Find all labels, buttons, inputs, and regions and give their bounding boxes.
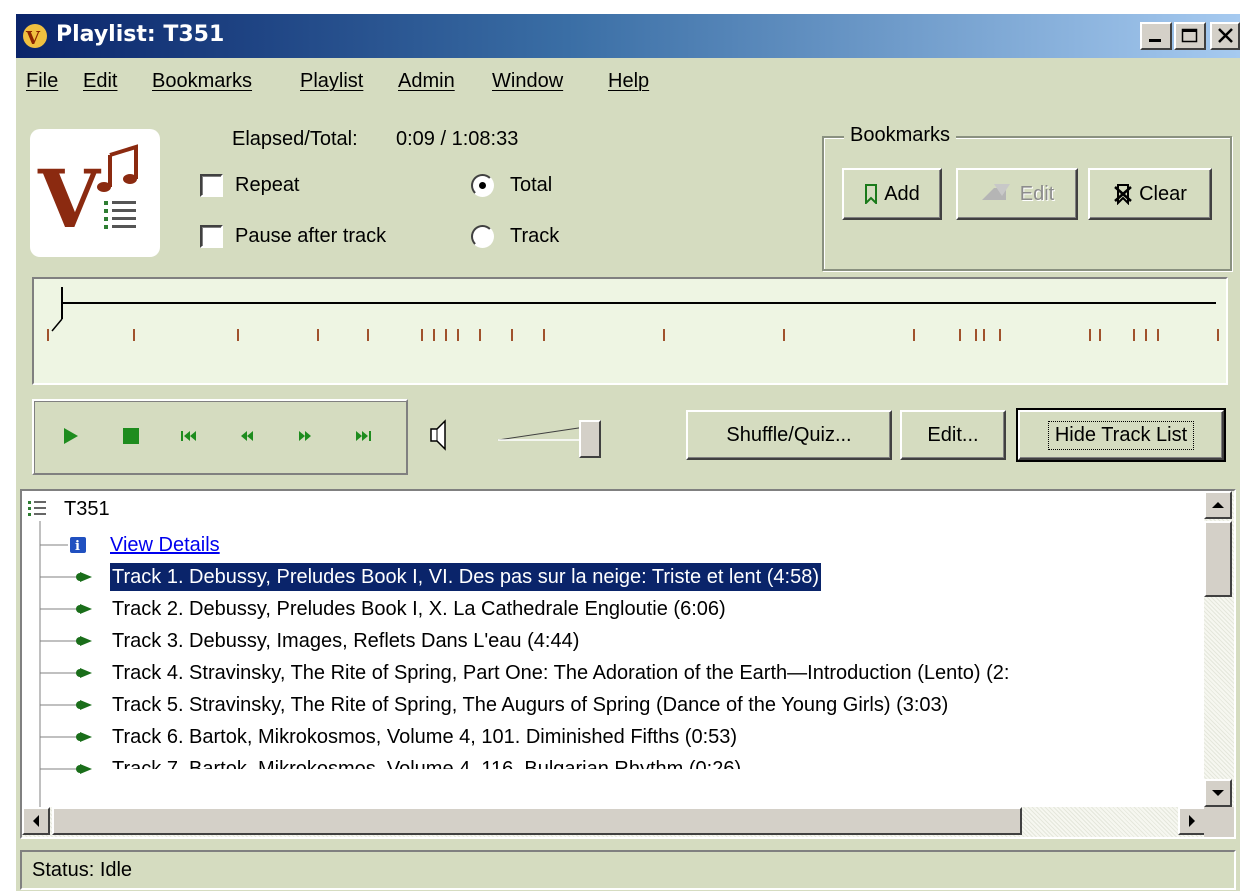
svg-text:V: V: [37, 152, 102, 246]
menu-admin[interactable]: Admin: [398, 70, 455, 93]
play-icon[interactable]: [58, 425, 84, 447]
vertical-scroll-thumb[interactable]: [1204, 521, 1232, 597]
minimize-button[interactable]: [1140, 22, 1172, 50]
total-radio[interactable]: [471, 174, 494, 197]
track-tree: i T351 View Details Track 1. Debussy, Pr…: [20, 489, 1236, 839]
edit-playlist-label: Edit...: [927, 423, 979, 446]
bookmark-clear-button[interactable]: Clear: [1088, 168, 1212, 220]
track-bullet-dot: [76, 701, 84, 709]
track-row[interactable]: Track 4. Stravinsky, The Rite of Spring,…: [112, 659, 1009, 687]
bookmark-edit-button[interactable]: Edit: [956, 168, 1078, 220]
transport-controls: [32, 399, 408, 475]
stop-icon[interactable]: [118, 425, 144, 447]
menu-edit[interactable]: Edit: [83, 70, 117, 93]
fast-forward-icon[interactable]: [292, 425, 318, 447]
view-details-link[interactable]: View Details: [110, 531, 220, 559]
track-label: Track: [510, 225, 560, 247]
shuffle-quiz-button[interactable]: Shuffle/Quiz...: [686, 410, 892, 460]
bookmark-icon: [865, 184, 878, 204]
scroll-left-button[interactable]: [22, 807, 50, 835]
window-title: Playlist: T351: [56, 22, 225, 47]
edit-playlist-button[interactable]: Edit...: [900, 410, 1006, 460]
scroll-down-button[interactable]: [1204, 779, 1232, 807]
menu-playlist[interactable]: Playlist: [300, 70, 363, 93]
close-icon: [1218, 28, 1233, 43]
shuffle-quiz-label: Shuffle/Quiz...: [726, 423, 852, 446]
repeat-checkbox[interactable]: [200, 174, 223, 197]
svg-text:i: i: [75, 539, 80, 554]
track-bullet-dot: [76, 733, 84, 741]
elapsed-label: Elapsed/Total:: [232, 128, 358, 150]
app-logo: V: [30, 129, 160, 257]
track-bullet-dot: [76, 765, 84, 773]
timeline-track: [47, 287, 1219, 341]
track-bullet-dot: [76, 573, 84, 581]
track-radio[interactable]: [471, 225, 494, 248]
menu-help[interactable]: Help: [608, 70, 649, 93]
bookmark-ticks: [47, 329, 1219, 341]
bookmark-add-button[interactable]: Add: [842, 168, 942, 220]
arrow-down-icon: [1212, 790, 1224, 796]
horizontal-scroll-thumb[interactable]: [52, 807, 1022, 835]
scroll-up-button[interactable]: [1204, 491, 1232, 519]
bookmarks-group: Bookmarks Add Edit Clear: [822, 124, 1232, 271]
hide-track-list-label: Hide Track List: [1047, 420, 1195, 450]
volume-slider[interactable]: [496, 418, 616, 460]
arrow-up-icon: [1212, 502, 1224, 508]
arrow-left-icon: [33, 815, 39, 827]
repeat-label: Repeat: [235, 174, 300, 196]
tree-root[interactable]: T351: [64, 495, 110, 523]
bookmark-edit-label: Edit: [1019, 182, 1055, 205]
svg-text:V: V: [25, 28, 41, 49]
track-bullet-dot: [76, 637, 84, 645]
maximize-button[interactable]: [1174, 22, 1206, 50]
scrollbar-corner: [1204, 807, 1234, 837]
track-row[interactable]: Track 3. Debussy, Images, Reflets Dans L…: [112, 627, 579, 655]
rewind-icon[interactable]: [234, 425, 260, 447]
radio-selected-dot: [479, 182, 486, 189]
scroll-right-button[interactable]: [1178, 807, 1206, 835]
playlist-window: V Playlist: T351 File Edit Bookmarks Pla…: [14, 12, 1240, 891]
arrow-right-icon: [1189, 815, 1195, 827]
last-track-icon[interactable]: [350, 425, 376, 447]
title-bar[interactable]: V Playlist: T351: [16, 14, 1240, 58]
playback-timeline[interactable]: [32, 277, 1228, 385]
volume-thumb[interactable]: [579, 420, 601, 458]
status-bar: Status: Idle: [20, 850, 1236, 890]
menu-bar: File Edit Bookmarks Playlist Admin Windo…: [16, 62, 1240, 102]
hide-track-list-button[interactable]: Hide Track List: [1016, 408, 1226, 462]
status-text: Status: Idle: [32, 859, 133, 881]
track-bullet-dot: [76, 605, 84, 613]
track-row[interactable]: Track 5. Stravinsky, The Rite of Spring,…: [112, 691, 948, 719]
track-row[interactable]: Track 2. Debussy, Preludes Book I, X. La…: [112, 595, 726, 623]
track-row[interactable]: Track 6. Bartok, Mikrokosmos, Volume 4, …: [112, 723, 737, 751]
track-row[interactable]: Track 1. Debussy, Preludes Book I, VI. D…: [110, 563, 821, 591]
speaker-icon[interactable]: [428, 417, 452, 453]
total-label: Total: [510, 174, 553, 196]
elapsed-value: 0:09 / 1:08:33: [396, 128, 519, 150]
minimize-icon: [1149, 39, 1161, 42]
track-row[interactable]: Track 7. Bartok, Mikrokosmos, Volume 4, …: [112, 755, 741, 769]
horizontal-scrollbar[interactable]: [22, 807, 1208, 837]
maximize-icon: [1181, 28, 1198, 43]
menu-file[interactable]: File: [26, 70, 58, 93]
clear-bookmark-icon: [1114, 184, 1132, 205]
menu-window[interactable]: Window: [492, 70, 563, 93]
bookmark-add-label: Add: [884, 182, 920, 205]
pause-after-track-label: Pause after track: [235, 225, 387, 247]
first-track-icon[interactable]: [176, 425, 202, 447]
edit-bookmark-icon: [981, 184, 1010, 200]
menu-bookmarks[interactable]: Bookmarks: [152, 70, 252, 93]
bookmark-clear-label: Clear: [1139, 182, 1187, 205]
pause-after-track-checkbox[interactable]: [200, 225, 223, 248]
bookmarks-group-title: Bookmarks: [844, 124, 957, 147]
vertical-scrollbar[interactable]: [1204, 491, 1234, 807]
close-button[interactable]: [1210, 22, 1240, 50]
app-icon[interactable]: V: [22, 23, 48, 49]
logo-icon: V: [37, 144, 138, 246]
track-bullet-dot: [76, 669, 84, 677]
